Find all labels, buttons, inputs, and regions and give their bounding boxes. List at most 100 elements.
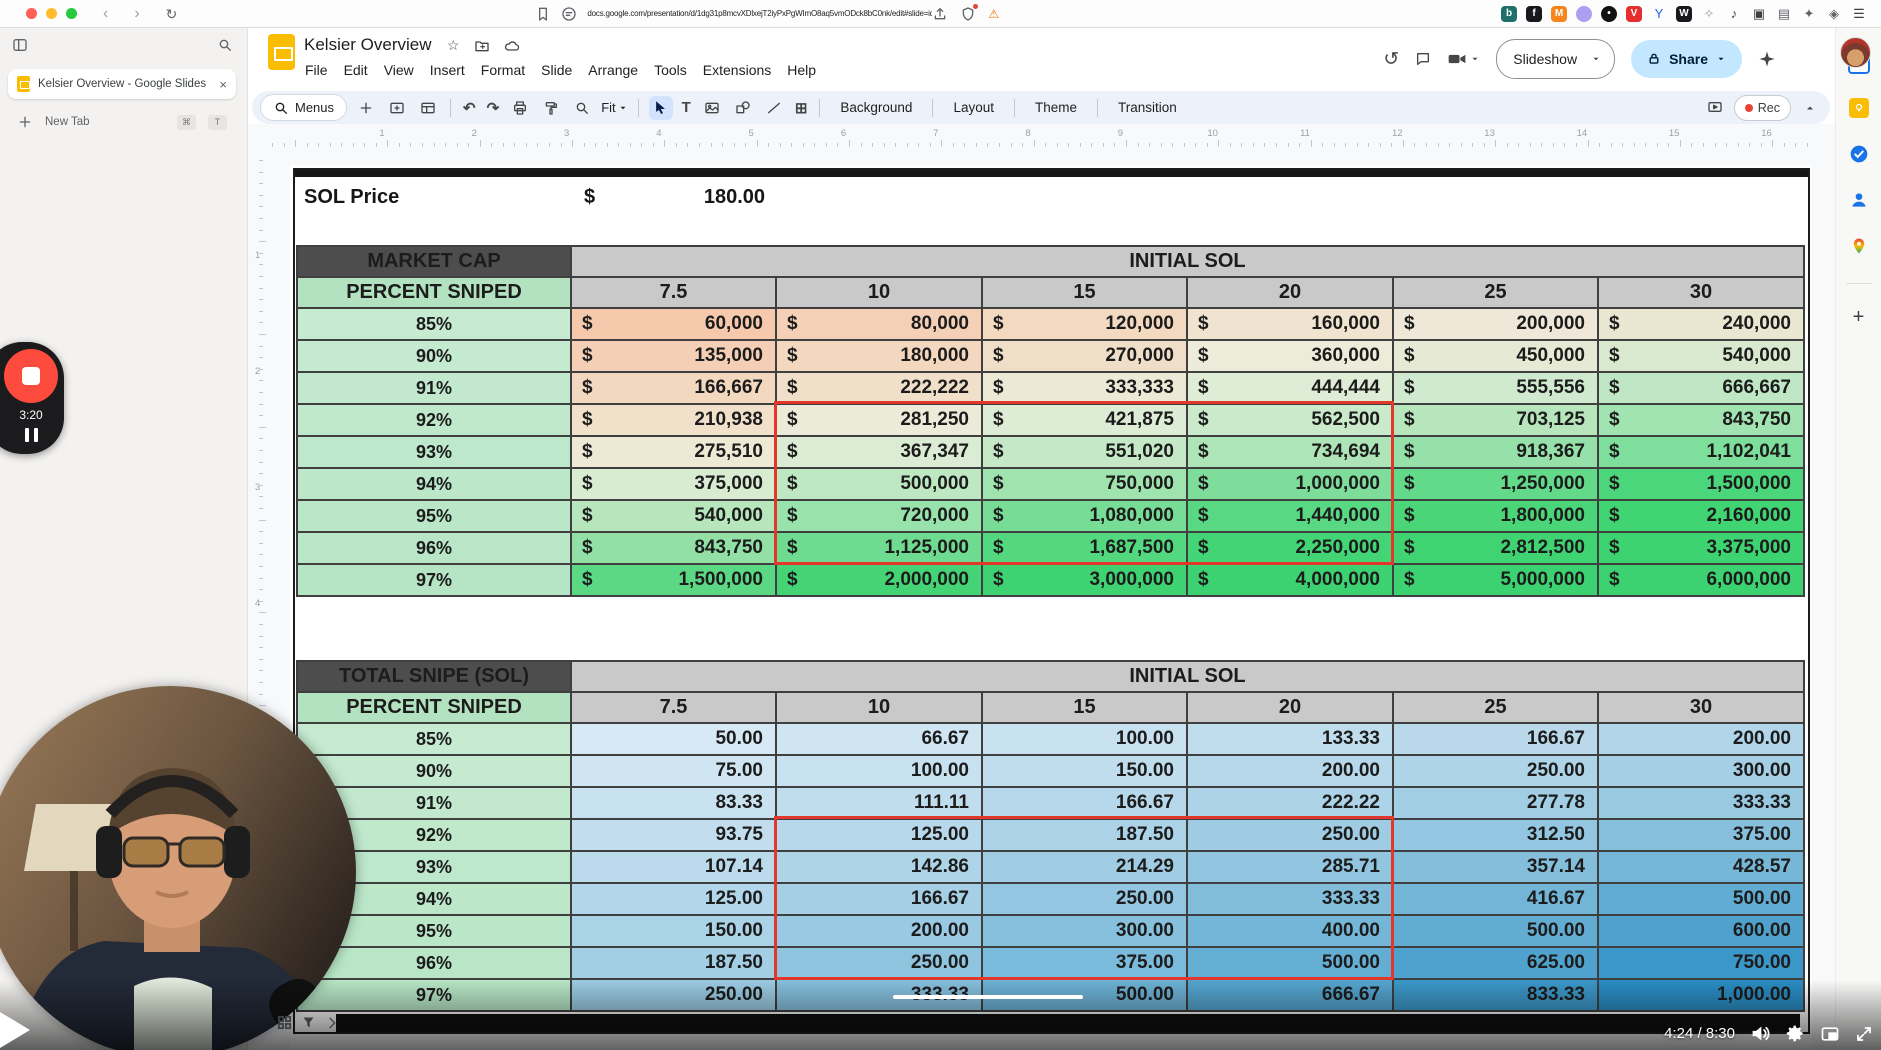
account-avatar[interactable] <box>1840 37 1871 68</box>
undo-button[interactable]: ↶ <box>461 96 478 120</box>
minimize-window-button[interactable] <box>46 8 57 19</box>
menu-item-slide[interactable]: Slide <box>533 60 580 80</box>
warning-icon[interactable]: ⚠ <box>988 7 999 21</box>
menu-item-file[interactable]: File <box>297 60 336 80</box>
comments-icon[interactable] <box>1415 51 1431 67</box>
grid-view-icon[interactable] <box>276 1014 293 1031</box>
contacts-icon[interactable] <box>1848 189 1870 211</box>
table-row: 95%150.00200.00300.00400.00500.00600.00 <box>297 915 1804 947</box>
volume-icon[interactable] <box>1750 1023 1771 1044</box>
share-page-icon[interactable] <box>932 6 948 22</box>
gemini-sparkle-icon[interactable] <box>1758 50 1776 68</box>
transition-button[interactable]: Transition <box>1108 96 1187 119</box>
maximize-window-button[interactable] <box>66 8 77 19</box>
value-cell: $500,000 <box>776 468 982 500</box>
close-tab-icon[interactable]: × <box>219 77 227 92</box>
present-screen-icon[interactable] <box>1703 96 1727 120</box>
address-bar[interactable]: docs.google.com/presentation/d/1dg31p8mc… <box>587 9 932 18</box>
ext-f-icon[interactable]: f <box>1526 6 1542 22</box>
pause-recording-button[interactable] <box>4 428 58 442</box>
menus-search-button[interactable]: Menus <box>260 94 347 121</box>
rec-button[interactable]: Rec <box>1734 95 1791 121</box>
percent-cell: 85% <box>297 308 571 340</box>
search-tabs-icon[interactable] <box>217 37 233 53</box>
redo-button[interactable]: ↷ <box>485 96 502 120</box>
reload-button[interactable]: ↻ <box>166 7 178 21</box>
ext-outline-icon[interactable]: ✧ <box>1701 6 1717 22</box>
back-button[interactable]: ‹ <box>103 6 108 22</box>
fullscreen-icon[interactable] <box>1855 1025 1873 1043</box>
video-scrubber[interactable] <box>893 995 1083 999</box>
ext-bitwarden-icon[interactable]: b <box>1501 6 1517 22</box>
ext-window-icon[interactable]: ▣ <box>1751 6 1767 22</box>
market-cap-table: MARKET CAPINITIAL SOLPERCENT SNIPED7.510… <box>296 245 1803 597</box>
ext-y-icon[interactable]: Y <box>1651 6 1667 22</box>
menu-item-tools[interactable]: Tools <box>646 60 695 80</box>
templates-button[interactable] <box>416 96 440 120</box>
ext-v-icon[interactable]: V <box>1626 6 1642 22</box>
ext-phantom-icon[interactable] <box>1576 6 1592 22</box>
play-button[interactable] <box>0 1012 30 1048</box>
total-snipe-table: TOTAL SNIPE (SOL)INITIAL SOLPERCENT SNIP… <box>296 660 1803 1012</box>
select-tool-button[interactable] <box>649 96 673 120</box>
zoom-button[interactable] <box>570 96 594 120</box>
meet-button[interactable] <box>1447 49 1480 69</box>
value-cell: 166.67 <box>1393 723 1598 755</box>
menu-icon[interactable]: ☰ <box>1851 6 1867 22</box>
table-row: 93%107.14142.86214.29285.71357.14428.57 <box>297 851 1804 883</box>
maps-icon[interactable] <box>1848 235 1870 257</box>
tasks-icon[interactable] <box>1848 143 1870 165</box>
star-icon[interactable]: ☆ <box>447 37 460 54</box>
expand-filmstrip-icon[interactable] <box>324 1015 340 1031</box>
privacy-shield-icon[interactable] <box>960 6 976 22</box>
insert-frame-button[interactable]: ⊞ <box>793 96 810 120</box>
paint-format-button[interactable] <box>539 96 563 120</box>
keep-icon[interactable] <box>1848 97 1870 119</box>
insert-image-button[interactable] <box>700 96 724 120</box>
menu-item-insert[interactable]: Insert <box>422 60 473 80</box>
google-slides-logo[interactable] <box>268 34 295 70</box>
menu-item-edit[interactable]: Edit <box>336 60 376 80</box>
menu-item-help[interactable]: Help <box>779 60 824 80</box>
theme-button[interactable]: Theme <box>1025 96 1087 119</box>
new-tab-button[interactable]: New Tab ⌘ T <box>8 109 236 135</box>
menu-item-arrange[interactable]: Arrange <box>580 60 646 80</box>
text-box-button[interactable]: T <box>680 96 693 120</box>
site-info-icon[interactable] <box>561 6 577 22</box>
sidebar-toggle-icon[interactable] <box>12 37 28 53</box>
ext-sparkle-icon[interactable]: ✦ <box>1801 6 1817 22</box>
layout-button[interactable]: Layout <box>943 96 1004 119</box>
ext-music-icon[interactable]: ♪ <box>1726 6 1742 22</box>
forward-button[interactable]: › <box>134 6 139 22</box>
filmstrip-filter-icon[interactable] <box>301 1015 316 1030</box>
menu-item-extensions[interactable]: Extensions <box>695 60 779 80</box>
bookmark-icon[interactable] <box>535 6 551 22</box>
new-slide-layout-button[interactable] <box>385 96 409 120</box>
ext-shield-icon[interactable]: ◈ <box>1826 6 1842 22</box>
add-addon-button[interactable]: + <box>1853 306 1865 329</box>
close-window-button[interactable] <box>26 8 37 19</box>
tab-kelsier-overview[interactable]: Kelsier Overview - Google Slides × <box>8 69 236 99</box>
share-button[interactable]: Share <box>1631 40 1742 78</box>
pip-icon[interactable] <box>1820 1024 1840 1044</box>
settings-gear-icon[interactable] <box>1786 1024 1805 1043</box>
zoom-fit-select[interactable]: Fit <box>601 100 627 115</box>
ext-wallet-icon[interactable]: ▤ <box>1776 6 1792 22</box>
print-button[interactable] <box>508 96 532 120</box>
collapse-toolbar-button[interactable] <box>1798 96 1822 120</box>
document-title[interactable]: Kelsier Overview <box>304 35 432 55</box>
menu-item-view[interactable]: View <box>376 60 422 80</box>
slideshow-button[interactable]: Slideshow <box>1496 39 1615 79</box>
move-folder-icon[interactable] <box>474 38 490 54</box>
ext-black-circle-icon[interactable]: • <box>1601 6 1617 22</box>
insert-shape-button[interactable] <box>731 96 755 120</box>
menu-item-format[interactable]: Format <box>473 60 533 80</box>
stop-recording-button[interactable] <box>4 349 58 403</box>
version-history-icon[interactable]: ↺ <box>1383 48 1399 71</box>
slideshow-options-caret[interactable] <box>1578 39 1615 79</box>
new-slide-button[interactable] <box>354 96 378 120</box>
insert-line-button[interactable] <box>762 96 786 120</box>
ext-w-icon[interactable]: W <box>1676 6 1692 22</box>
ext-metamask-icon[interactable]: M <box>1551 6 1567 22</box>
background-button[interactable]: Background <box>830 96 922 119</box>
